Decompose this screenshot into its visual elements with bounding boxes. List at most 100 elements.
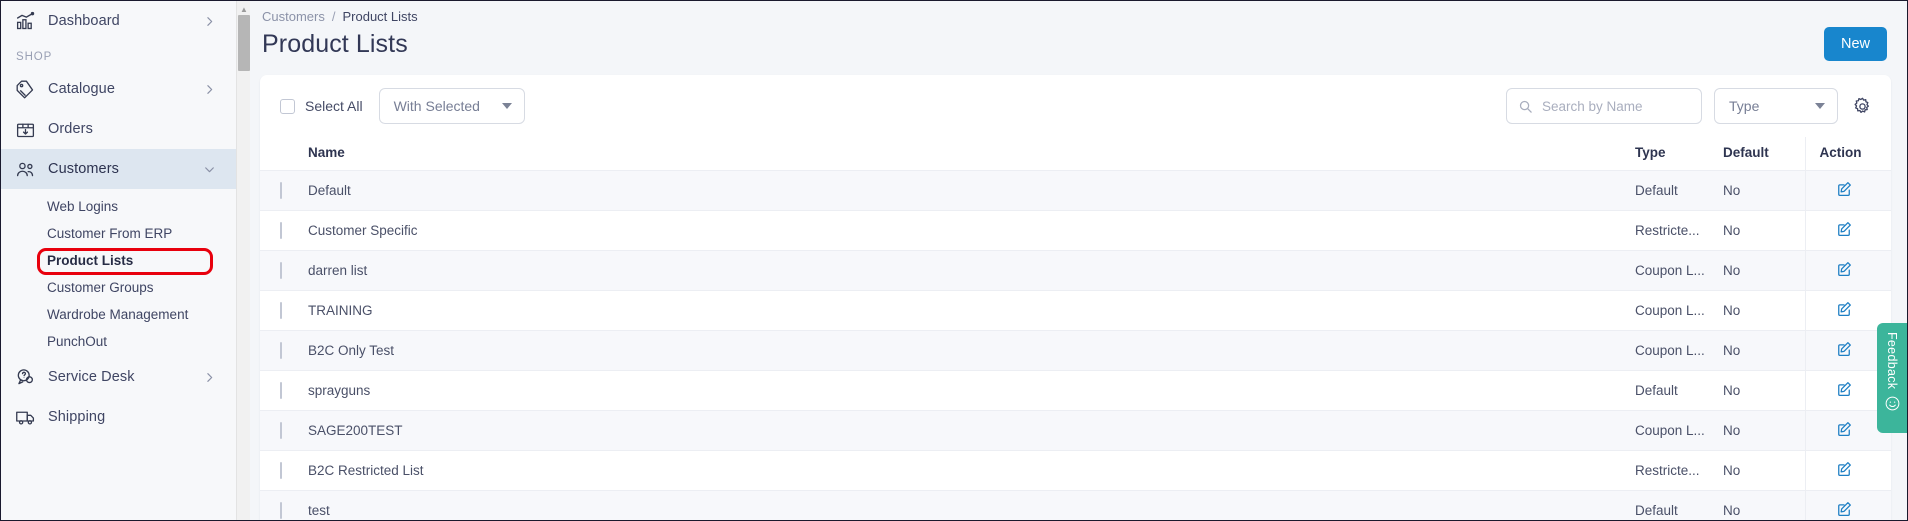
cell-default: No	[1723, 451, 1805, 491]
gear-icon[interactable]	[1850, 94, 1875, 119]
cell-type: Restricte...	[1635, 211, 1723, 251]
cell-name: B2C Only Test	[308, 331, 1635, 371]
row-checkbox-cell[interactable]	[260, 411, 308, 451]
sidebar-label: Shipping	[48, 409, 222, 425]
edit-icon[interactable]	[1835, 220, 1853, 238]
sidebar-label: Dashboard	[48, 13, 203, 29]
with-selected-label: With Selected	[394, 98, 480, 114]
sidebar-item-product-lists[interactable]: Product Lists	[1, 247, 236, 274]
table-row[interactable]: darren listCoupon L...No	[260, 251, 1891, 291]
scroll-up-arrow-icon[interactable]: ▲	[237, 3, 251, 15]
edit-icon[interactable]	[1835, 460, 1853, 478]
row-checkbox[interactable]	[280, 382, 282, 399]
with-selected-dropdown[interactable]: With Selected	[379, 88, 525, 124]
edit-icon[interactable]	[1835, 180, 1853, 198]
cell-default: No	[1723, 331, 1805, 371]
select-all-control[interactable]: Select All	[280, 98, 363, 114]
scrollbar-thumb[interactable]	[238, 15, 250, 71]
sidebar-item-web-logins[interactable]: Web Logins	[1, 193, 236, 220]
table-row[interactable]: testDefaultNo	[260, 491, 1891, 521]
cell-default: No	[1723, 171, 1805, 211]
cell-type: Coupon L...	[1635, 251, 1723, 291]
sidebar-item-customer-from-erp[interactable]: Customer From ERP	[1, 220, 236, 247]
table-row[interactable]: spraygunsDefaultNo	[260, 371, 1891, 411]
table-row[interactable]: B2C Restricted ListRestricte...No	[260, 451, 1891, 491]
sidebar: Dashboard SHOP Catalogue	[1, 1, 236, 520]
row-checkbox-cell[interactable]	[260, 491, 308, 521]
page-body: Customers / Product Lists Product Lists …	[250, 1, 1907, 520]
cell-name: Default	[308, 171, 1635, 211]
edit-icon[interactable]	[1835, 260, 1853, 278]
row-checkbox-cell[interactable]	[260, 451, 308, 491]
column-header-name[interactable]: Name	[308, 137, 1635, 171]
row-checkbox[interactable]	[280, 462, 282, 479]
search-field[interactable]	[1506, 88, 1702, 124]
column-header-type[interactable]: Type	[1635, 137, 1723, 171]
table-row[interactable]: Customer SpecificRestricte...No	[260, 211, 1891, 251]
type-filter-dropdown[interactable]: Type	[1714, 88, 1838, 124]
sidebar-item-customer-groups[interactable]: Customer Groups	[1, 274, 236, 301]
table-toolbar: Select All With Selected	[260, 75, 1891, 137]
sidebar-label: Catalogue	[48, 81, 203, 97]
sidebar-item-orders[interactable]: Orders	[1, 109, 236, 149]
row-checkbox-cell[interactable]	[260, 371, 308, 411]
sidebar-item-dashboard[interactable]: Dashboard	[1, 1, 236, 41]
page-title: Product Lists	[262, 30, 408, 59]
sidebar-item-punchout[interactable]: PunchOut	[1, 328, 236, 355]
table-row[interactable]: TRAININGCoupon L...No	[260, 291, 1891, 331]
table-header-row: Name Type Default Action	[260, 137, 1891, 171]
feedback-label: Feedback	[1885, 332, 1899, 389]
row-checkbox-cell[interactable]	[260, 211, 308, 251]
column-header-default[interactable]: Default	[1723, 137, 1805, 171]
row-checkbox[interactable]	[280, 302, 282, 319]
row-checkbox[interactable]	[280, 502, 282, 519]
row-checkbox[interactable]	[280, 182, 282, 199]
sidebar-item-customers[interactable]: Customers	[1, 149, 236, 189]
chevron-right-icon	[203, 371, 216, 384]
cell-type: Restricte...	[1635, 451, 1723, 491]
sidebar-sublabel: Product Lists	[47, 253, 133, 268]
chevron-down-icon	[502, 103, 512, 109]
row-checkbox[interactable]	[280, 342, 282, 359]
row-checkbox-cell[interactable]	[260, 251, 308, 291]
row-checkbox[interactable]	[280, 422, 282, 439]
search-input[interactable]	[1542, 99, 1691, 114]
row-checkbox-cell[interactable]	[260, 291, 308, 331]
sidebar-item-catalogue[interactable]: Catalogue	[1, 69, 236, 109]
sidebar-item-shipping[interactable]: Shipping	[1, 397, 236, 437]
product-lists-table: Name Type Default Action DefaultDefaultN…	[260, 137, 1891, 520]
table-row[interactable]: B2C Only TestCoupon L...No	[260, 331, 1891, 371]
page-header: Product Lists New	[260, 26, 1891, 75]
cell-action	[1805, 251, 1891, 291]
row-checkbox-cell[interactable]	[260, 331, 308, 371]
column-header-action: Action	[1805, 137, 1891, 171]
feedback-tab[interactable]: Feedback	[1877, 323, 1907, 433]
table-row[interactable]: SAGE200TESTCoupon L...No	[260, 411, 1891, 451]
page-scrollbar[interactable]: ▲	[236, 1, 250, 520]
row-checkbox[interactable]	[280, 262, 282, 279]
edit-icon[interactable]	[1835, 500, 1853, 518]
cell-name: Customer Specific	[308, 211, 1635, 251]
sidebar-item-service-desk[interactable]: Service Desk	[1, 357, 236, 397]
edit-icon[interactable]	[1835, 380, 1853, 398]
truck-icon	[14, 406, 36, 428]
new-button[interactable]: New	[1824, 27, 1887, 61]
cell-type: Coupon L...	[1635, 291, 1723, 331]
row-checkbox[interactable]	[280, 222, 282, 239]
sidebar-item-wardrobe-management[interactable]: Wardrobe Management	[1, 301, 236, 328]
cell-default: No	[1723, 491, 1805, 521]
edit-icon[interactable]	[1835, 300, 1853, 318]
select-all-label: Select All	[305, 98, 363, 114]
breadcrumb-customers[interactable]: Customers	[262, 9, 325, 24]
table-row[interactable]: DefaultDefaultNo	[260, 171, 1891, 211]
select-all-checkbox[interactable]	[280, 99, 295, 114]
cell-name: TRAINING	[308, 291, 1635, 331]
row-checkbox-cell[interactable]	[260, 171, 308, 211]
edit-icon[interactable]	[1835, 340, 1853, 358]
toolbar-right-group: Type	[1506, 88, 1875, 124]
edit-icon[interactable]	[1835, 420, 1853, 438]
sidebar-subnav-customers: Web Logins Customer From ERP Product Lis…	[1, 189, 236, 357]
cell-type: Coupon L...	[1635, 331, 1723, 371]
chevron-right-icon	[203, 15, 216, 28]
type-filter-label: Type	[1729, 98, 1759, 114]
